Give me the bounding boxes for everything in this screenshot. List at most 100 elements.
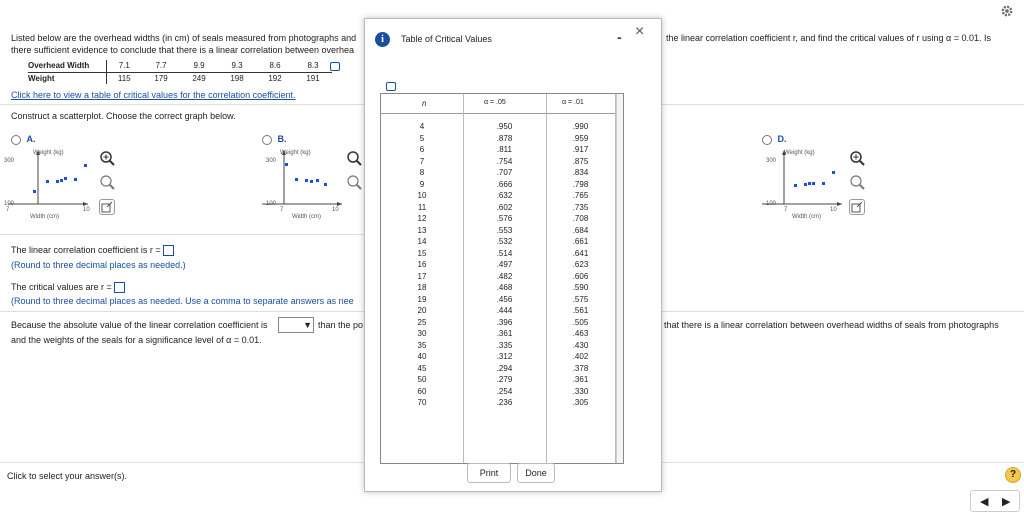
tick-label: 10 <box>830 207 837 213</box>
option-b[interactable]: B. <box>262 134 287 145</box>
table-row: 13 .553 .684 <box>381 226 615 237</box>
data-point <box>316 179 319 182</box>
table-cell: .456 <box>496 294 513 304</box>
minimize-button[interactable]: - <box>617 29 622 45</box>
zoom-out-icon[interactable] <box>849 174 865 190</box>
table-cell: 50 <box>417 375 427 384</box>
table-cell: .606 <box>572 271 589 281</box>
option-b-letter: B. <box>277 134 287 144</box>
header-05: α = .05 <box>484 99 506 106</box>
r-prompt: The linear correlation coefficient is r … <box>11 245 175 257</box>
option-d[interactable]: D. <box>762 134 787 145</box>
tick-label: 100 <box>766 201 777 207</box>
tick-label: 7 <box>280 207 284 213</box>
table-cell: 9 <box>419 179 425 189</box>
expand-icon[interactable] <box>99 199 115 215</box>
critical-prompt: The critical values are r = <box>11 282 126 294</box>
table-cell: .294 <box>496 363 513 373</box>
dialog-icon[interactable] <box>386 82 396 91</box>
table-row: 5 .878 .959 <box>381 134 615 145</box>
table-cell: .707 <box>496 168 513 177</box>
critical-values-link[interactable]: Click here to view a table of critical v… <box>11 90 295 100</box>
table-cell: 12 <box>417 214 427 223</box>
option-a-radio[interactable] <box>11 134 21 145</box>
problem-line-1: Listed below are the overhead widths (in… <box>11 33 357 43</box>
scatterplot-d: Weight (kg) 300 100 7 10 Width (cm) <box>762 150 842 220</box>
tick-label: 300 <box>4 158 15 164</box>
table-cell: 115 <box>106 71 142 84</box>
r-answer-input[interactable] <box>163 245 175 257</box>
dialog-title: Table of Critical Values <box>401 34 492 44</box>
because-text: Because the absolute value of the linear… <box>11 320 268 330</box>
table-cell: 13 <box>417 225 427 235</box>
table-cell: .632 <box>496 191 513 200</box>
tick-label: 100 <box>266 201 277 207</box>
data-point <box>822 182 825 185</box>
triangle-left-icon[interactable]: ◀ <box>980 495 988 508</box>
option-d-radio[interactable] <box>762 134 772 145</box>
data-point <box>324 183 327 186</box>
table-row-label: Weight <box>28 71 107 84</box>
scrollbar[interactable] <box>616 94 623 463</box>
header-n: n <box>422 99 427 108</box>
table-cell: .430 <box>572 340 589 350</box>
because-line-2: and the weights of the seals for a signi… <box>11 335 262 345</box>
chevron-down-icon: ▼ <box>303 320 312 330</box>
tick-label: 10 <box>83 207 90 213</box>
zoom-out-icon[interactable] <box>99 174 115 190</box>
option-b-radio[interactable] <box>262 134 272 145</box>
table-row: 35 .335 .430 <box>381 341 615 352</box>
r-prompt-text: The linear correlation coefficient is r … <box>11 245 161 255</box>
table-cell: .590 <box>572 283 589 292</box>
zoom-in-icon[interactable] <box>849 150 865 166</box>
table-cell: 7 <box>419 156 425 166</box>
problem-line-1-right: the linear correlation coefficient r, an… <box>666 33 991 43</box>
close-button[interactable]: × <box>635 23 644 41</box>
copy-data-icon[interactable] <box>330 62 340 71</box>
table-cell: 8.6 <box>269 61 281 71</box>
expand-icon[interactable] <box>849 199 865 215</box>
table-row: 20 .444 .561 <box>381 306 615 317</box>
table-cell: 18 <box>417 283 427 292</box>
table-row: 16 .497 .623 <box>381 260 615 271</box>
help-icon[interactable]: ? <box>1005 467 1021 483</box>
table-cell: .335 <box>496 340 513 350</box>
data-point <box>804 183 807 186</box>
zoom-in-icon[interactable] <box>346 150 362 166</box>
critical-answer-input[interactable] <box>114 282 126 294</box>
zoom-out-icon[interactable] <box>346 174 362 190</box>
table-row: 40 .312 .402 <box>381 352 615 363</box>
axis-label-y: Weight (kg) <box>280 150 311 156</box>
data-point <box>832 171 835 174</box>
gear-icon[interactable] <box>1000 4 1014 18</box>
tick-label: 10 <box>332 207 339 213</box>
table-cell: 198 <box>218 71 256 84</box>
tick-label: 300 <box>766 158 777 164</box>
triangle-right-icon[interactable]: ▶ <box>1002 495 1010 508</box>
problem-line-2: there sufficient evidence to conclude th… <box>11 45 355 55</box>
table-cell: 17 <box>417 271 427 281</box>
table-cell: .602 <box>496 202 513 212</box>
table-header: n α = .05 α = .01 <box>381 94 615 114</box>
table-cell: .497 <box>496 260 513 269</box>
table-cell: 249 <box>180 71 218 84</box>
table-cell: .959 <box>572 133 589 143</box>
axis-label-x: Width (cm) <box>792 214 821 220</box>
zoom-in-icon[interactable] <box>99 150 115 166</box>
axis-label-x: Width (cm) <box>292 214 321 220</box>
table-cell: .312 <box>496 352 513 361</box>
table-cell: .641 <box>572 248 589 258</box>
table-row: 25 .396 .505 <box>381 318 615 329</box>
data-point <box>305 179 308 182</box>
done-button[interactable]: Done <box>517 463 555 483</box>
table-cell: .463 <box>572 329 589 338</box>
table-row: 7 .754 .875 <box>381 157 615 168</box>
comparison-dropdown[interactable]: ▼ <box>278 317 314 333</box>
table-cell: 40 <box>417 352 427 361</box>
table-cell: .878 <box>496 133 513 143</box>
table-cell: 60 <box>417 386 427 396</box>
table-cell: .834 <box>572 168 589 177</box>
print-button[interactable]: Print <box>467 463 511 483</box>
table-cell: 10 <box>417 191 427 200</box>
option-a[interactable]: A. <box>11 134 36 145</box>
